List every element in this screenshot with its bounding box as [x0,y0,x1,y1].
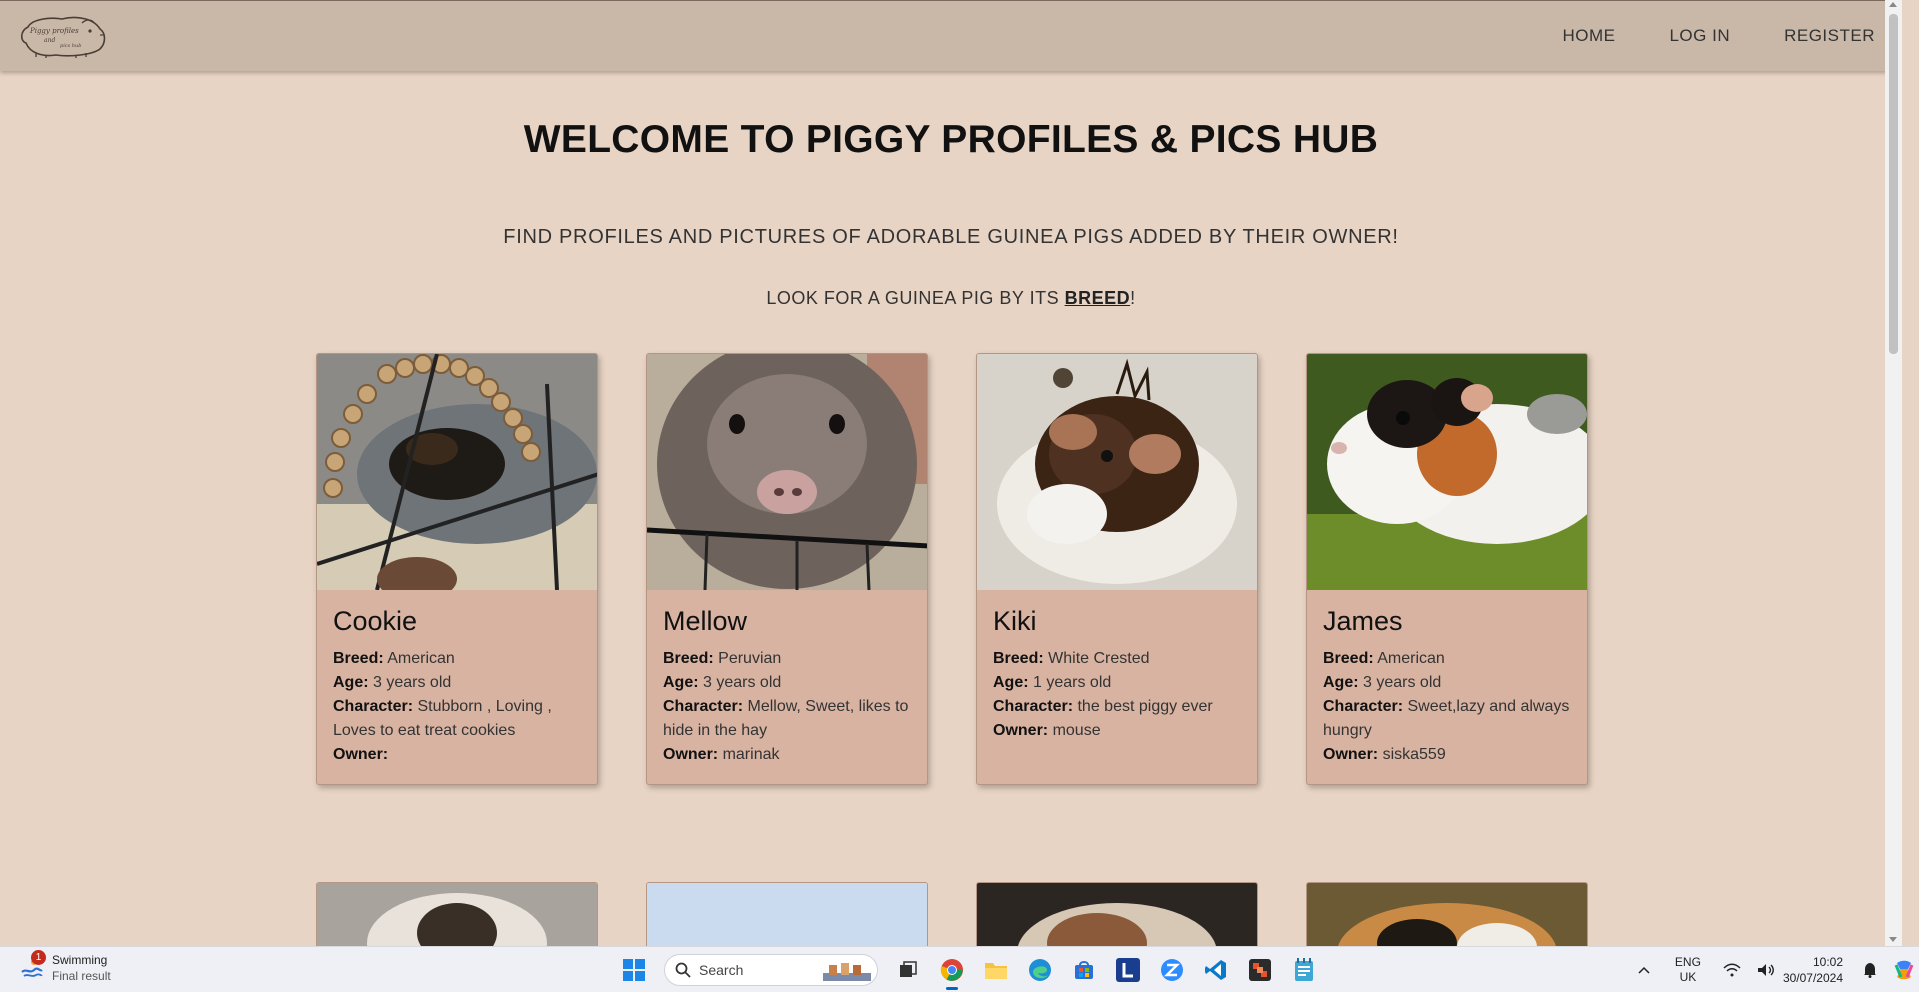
search-placeholder: Search [699,962,744,978]
notification-badge: 1 [31,950,46,965]
pig-character: the best piggy ever [1077,698,1213,715]
clock-time: 10:02 [1812,955,1843,969]
language-code: ENG [1674,955,1701,969]
taskbar-search[interactable]: Search [664,954,878,986]
owner-label: Owner: [663,746,719,763]
wifi-icon[interactable] [1721,959,1743,981]
pig-owner: marinak [722,746,780,763]
nav-login-link[interactable]: LOG IN [1642,26,1757,46]
nav-links: HOME LOG IN REGISTER [1535,1,1902,71]
pig-breed: American [1377,650,1445,667]
scroll-thumb[interactable] [1889,14,1898,354]
pig-breed: Peruvian [718,650,782,667]
search-highlight-icon [823,963,871,981]
pig-age: 1 years old [1033,674,1112,691]
pig-owner: siska559 [1382,746,1446,763]
widget-subtitle: Final result [52,969,111,983]
pig-age: 3 years old [703,674,782,691]
breed-prefix-text: LOOK FOR A GUINEA PIG BY ITS [766,288,1065,308]
windows-logo-icon [623,959,645,981]
breed-label: Breed: [333,650,384,667]
keyboard-layout: UK [1679,970,1697,984]
character-label: Character: [663,698,744,715]
owner-label: Owner: [1323,746,1379,763]
widget-title: Swimming [52,953,108,967]
system-tray: ENG UK 10:02 30/07/2024 [1627,947,1919,992]
pig-photo-kiki [977,354,1257,590]
pig-breed: American [387,650,455,667]
breed-link[interactable]: BREED [1065,288,1131,308]
pig-name: Cookie [333,606,418,636]
navbar: Piggy profiles and pics hub HOME LOG IN … [0,0,1902,71]
breed-suffix-text: ! [1130,288,1136,308]
breed-label: Breed: [993,650,1044,667]
pig-photo-cookie [317,354,597,590]
breed-label: Breed: [663,650,714,667]
pig-photo-mellow [647,354,927,590]
scroll-up-arrow-icon[interactable] [1889,2,1897,7]
scroll-down-arrow-icon[interactable] [1889,937,1897,942]
clock[interactable]: 10:02 30/07/2024 [1783,954,1843,986]
pig-age: 3 years old [1363,674,1442,691]
pig-owner: mouse [1052,722,1101,739]
search-icon [675,962,691,978]
chrome-icon[interactable] [934,952,970,990]
page-subtitle: FIND PROFILES AND PICTURES OF ADORABLE G… [503,226,1399,248]
pig-breed: White Crested [1048,650,1150,667]
task-view-icon[interactable] [890,952,926,988]
owner-label: Owner: [333,746,389,763]
age-label: Age: [333,674,369,691]
pig-card-partial-3[interactable] [976,882,1258,946]
vscode-icon[interactable] [1198,952,1234,988]
dark-app-icon[interactable] [1242,952,1278,988]
svg-text:Piggy profiles: Piggy profiles [29,27,79,35]
pig-card-mellow[interactable]: Mellow Breed: Peruvian Age: 3 years old … [646,353,928,785]
pig-card-partial-1[interactable] [316,882,598,946]
file-explorer-icon[interactable] [978,952,1014,988]
pig-card-partial-2[interactable] [646,882,928,946]
l-app-icon[interactable] [1110,952,1146,988]
copilot-icon[interactable] [1893,959,1915,981]
piggy-logo[interactable]: Piggy profiles and pics hub [16,13,108,59]
pig-card-kiki[interactable]: Kiki Breed: White Crested Age: 1 years o… [976,353,1258,785]
pig-photo-james [1307,354,1587,590]
age-label: Age: [1323,674,1359,691]
language-indicator[interactable]: ENG UK [1675,955,1701,985]
page-title: WELCOME TO PIGGY PROFILES & PICS HUB [523,118,1379,161]
breed-search-line: LOOK FOR A GUINEA PIG BY ITS BREED! [0,288,1902,309]
start-button[interactable] [616,952,652,988]
edge-icon[interactable] [1022,952,1058,988]
pig-card-james[interactable]: James Breed: American Age: 3 years old C… [1306,353,1588,785]
notepad-icon[interactable] [1286,952,1322,988]
taskbar: 1 Swimming Final result Search ENG UK 10… [0,946,1919,992]
svg-text:and: and [44,37,55,44]
breed-label: Breed: [1323,650,1374,667]
nav-home-link[interactable]: HOME [1535,26,1642,46]
pig-age: 3 years old [373,674,452,691]
tray-chevron-up-icon[interactable] [1633,959,1655,981]
pig-name: James [1323,606,1403,636]
character-label: Character: [1323,698,1404,715]
web-page: Piggy profiles and pics hub HOME LOG IN … [0,0,1902,946]
age-label: Age: [993,674,1029,691]
page-scrollbar[interactable] [1885,0,1902,946]
notification-bell-icon[interactable] [1859,959,1881,981]
taskbar-apps: Search [612,952,1326,990]
clock-date: 30/07/2024 [1782,971,1843,985]
character-label: Character: [993,698,1074,715]
taskbar-widget[interactable]: 1 Swimming Final result [20,950,111,984]
volume-icon[interactable] [1755,959,1777,981]
pig-name: Kiki [993,606,1037,636]
pig-card-cookie[interactable]: Cookie Breed: American Age: 3 years old … [316,353,598,785]
pig-name: Mellow [663,606,748,636]
age-label: Age: [663,674,699,691]
owner-label: Owner: [993,722,1049,739]
nav-register-link[interactable]: REGISTER [1757,26,1902,46]
zoom-like-icon[interactable] [1154,952,1190,988]
store-icon[interactable] [1066,952,1102,988]
character-label: Character: [333,698,414,715]
pig-card-partial-4[interactable] [1306,882,1588,946]
svg-text:pics hub: pics hub [60,43,81,49]
